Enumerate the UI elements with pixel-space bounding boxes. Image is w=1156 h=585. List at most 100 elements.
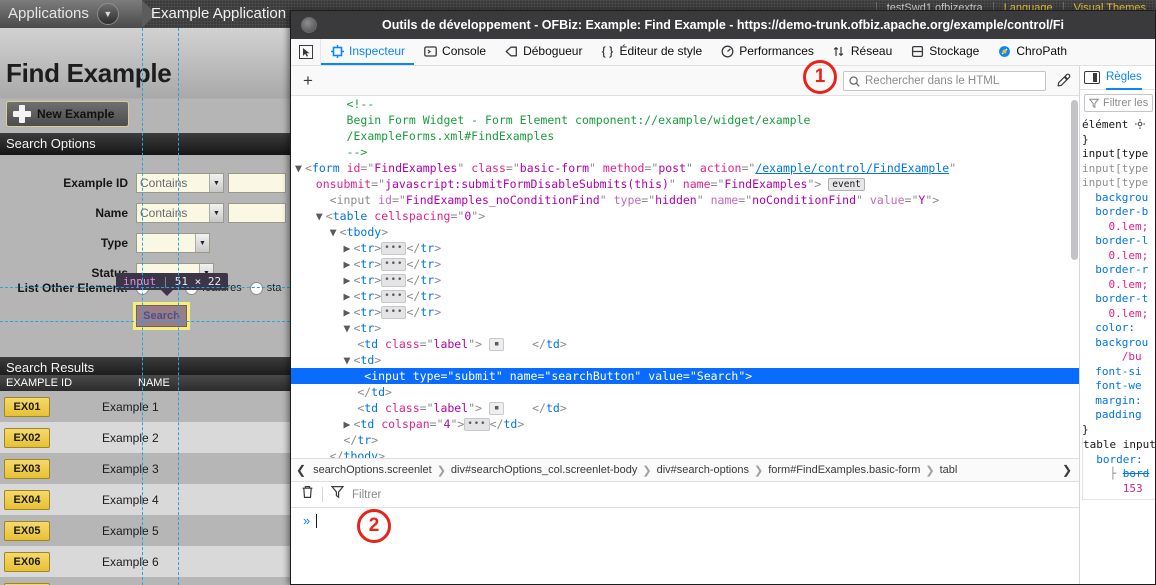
rules-filter-input[interactable]: Filtrer les [1084,94,1153,112]
tab-chropath[interactable]: ChroPath [988,39,1076,65]
css-line: border-l [1095,234,1149,247]
markup-line-tr[interactable]: ▶ <tr> ••• </tr> [291,240,1079,256]
css-line: 0.lem; [1108,306,1149,320]
markup-line-tr[interactable]: ▶ <tr> ••• </tr> [291,304,1079,320]
chevron-down-icon[interactable]: ▼ [195,234,209,252]
new-example-button[interactable]: New Example [6,101,130,127]
breadcrumb-item-1[interactable]: div#searchOptions_col.screenlet-body [449,464,640,476]
tab-console[interactable]: Console [414,39,495,65]
chevron-down-icon[interactable]: ▼ [209,204,223,222]
collapsed-text-icon[interactable]: ▪ [488,338,505,351]
radio-option-c[interactable] [249,281,263,295]
table-row[interactable]: EX02 Example 2 [0,422,290,453]
toggle-sidebar-icon[interactable] [1084,71,1100,84]
chevron-right-icon: ❯ [925,464,935,477]
collapsed-children-icon[interactable]: ••• [381,258,407,271]
create-new-node-button[interactable]: + [291,71,325,91]
markup-line-close-td[interactable]: </td> [291,384,1079,400]
table-row[interactable]: EX01 Example 1 [0,391,290,422]
markup-line-td-label[interactable]: <td class="label"> ▪ </td> [291,400,1079,416]
markup-line[interactable]: <!-- [291,96,1079,112]
markup-view[interactable]: <!-- Begin Form Widget - Form Element co… [291,96,1079,458]
value-input-name[interactable] [228,203,286,223]
breadcrumb-scroll-left-icon[interactable]: ❮ [291,463,311,477]
markup-line-td-open[interactable]: ▼ <td> [291,352,1079,368]
tab-reseau[interactable]: Réseau [823,39,901,65]
tab-inspecteur[interactable]: Inspecteur [321,39,415,65]
breadcrumb-item-4[interactable]: tabl [938,464,960,476]
operator-select-example-id[interactable]: Contains ▼ [136,173,224,193]
markup-line-selected-input[interactable]: <input type="submit" name="searchButton"… [291,368,1079,384]
collapsed-children-icon[interactable]: ••• [381,290,407,303]
table-row[interactable]: EX06 Example 6 [0,546,290,577]
markup-line-form[interactable]: ▼ <form id="FindExamples" class="basic-fo… [291,160,1079,176]
tab-performances[interactable]: Performances [711,39,823,65]
console-input-area[interactable]: » [291,508,1079,584]
css-rules-list[interactable]: élément } input[type input[type input[ty… [1080,116,1155,500]
type-select[interactable]: ▼ [136,233,210,253]
tab-editeur-de-style[interactable]: { } Éditeur de style [591,39,711,65]
label-type: Type [100,236,128,250]
table-row[interactable]: EX05 Example 5 [0,515,290,546]
breadcrumb-scroll-right-icon[interactable]: ❯ [1057,463,1077,477]
markup-line-input-hidden[interactable]: <input id="FindExamples_noConditionFind"… [291,192,1079,208]
example-id-link[interactable]: EX01 [4,396,50,417]
element-picker-button[interactable] [291,39,321,65]
example-id-link[interactable]: EX04 [4,489,50,510]
markup-scrollbar[interactable] [1071,100,1078,260]
eyedropper-icon[interactable] [1056,73,1071,91]
collapsed-children-icon[interactable]: ••• [381,242,407,255]
tab-debogueur[interactable]: Débogueur [495,39,591,65]
style-editor-icon: { } [601,44,614,58]
example-id-link[interactable]: EX03 [4,458,50,479]
markup-line-table[interactable]: ▼ <table cellspacing="0"> [291,208,1079,224]
operator-select-name[interactable]: Contains ▼ [136,203,224,223]
markup-line[interactable]: --> [291,144,1079,160]
breadcrumb-item-0[interactable]: searchOptions.screenlet [311,464,434,476]
example-id-link[interactable]: EX02 [4,427,50,448]
element-gear-icon[interactable] [1134,118,1145,131]
collapsed-text-icon[interactable]: ▪ [488,402,505,415]
event-badge[interactable]: event [828,178,865,191]
markup-line-close-tr[interactable]: </tr> [291,432,1079,448]
css-line: padding [1095,408,1142,421]
table-row[interactable]: EX07 Example 7 [0,577,290,585]
markup-line-td-colspan[interactable]: ▶ <td colspan="4"> ••• </td> [291,416,1079,432]
markup-line-close-tbody[interactable]: </tbody> [291,448,1079,458]
table-row[interactable]: EX03 Example 3 [0,453,290,484]
markup-line[interactable]: Begin Form Widget - Form Element compone… [291,112,1079,128]
search-input[interactable]: Rechercher dans le HTML [843,71,1046,91]
example-id-link[interactable]: EX05 [4,520,50,541]
inspector-icon [330,44,344,58]
applications-menu[interactable]: Applications ▼ [0,0,156,28]
table-row[interactable]: EX04 Example 4 [0,484,290,515]
console-filter-placeholder[interactable]: Filtrer [352,489,381,501]
tab-stockage[interactable]: Stockage [901,39,988,65]
operator-value-name: Contains [140,206,188,220]
chevron-down-icon[interactable]: ▼ [96,3,119,25]
markup-line-td-label[interactable]: <td class="label"> ▪ </td> [291,336,1079,352]
example-name: Example 2 [102,430,159,445]
markup-line-tbody[interactable]: ▼ <tbody> [291,224,1079,240]
collapsed-children-icon[interactable]: ••• [464,418,490,431]
filter-icon[interactable] [330,485,345,504]
markup-line-tr[interactable]: ▶ <tr> ••• </tr> [291,288,1079,304]
markup-line-tr[interactable]: ▶ <tr> ••• </tr> [291,256,1079,272]
clear-console-icon[interactable] [301,485,314,504]
value-input-example-id[interactable] [228,173,286,193]
markup-line[interactable]: /ExampleForms.xml#FindExamples [291,128,1079,144]
breadcrumb-item-2[interactable]: div#search-options [655,464,751,476]
tab-regles[interactable]: Règles [1106,66,1142,90]
markup-line-form-attrs[interactable]: onsubmit="javascript:submitFormDisableSu… [291,176,1079,192]
example-id-link[interactable]: EX06 [4,551,50,572]
collapsed-children-icon[interactable]: ••• [381,306,407,319]
breadcrumb[interactable]: ❮ searchOptions.screenlet ❯ div#searchOp… [291,458,1079,482]
breadcrumb-item-3[interactable]: form#FindExamples.basic-form [766,464,922,476]
markup-line-tr-open[interactable]: ▼ <tr> [291,320,1079,336]
markup-line-tr[interactable]: ▶ <tr> ••• </tr> [291,272,1079,288]
tab-label: Débogueur [523,44,583,58]
search-button[interactable]: Search [133,302,190,330]
collapsed-children-icon[interactable]: ••• [381,274,407,287]
css-rule-card[interactable]: table input border: ├ bord 153 [1082,437,1155,500]
chevron-down-icon[interactable]: ▼ [209,174,223,192]
